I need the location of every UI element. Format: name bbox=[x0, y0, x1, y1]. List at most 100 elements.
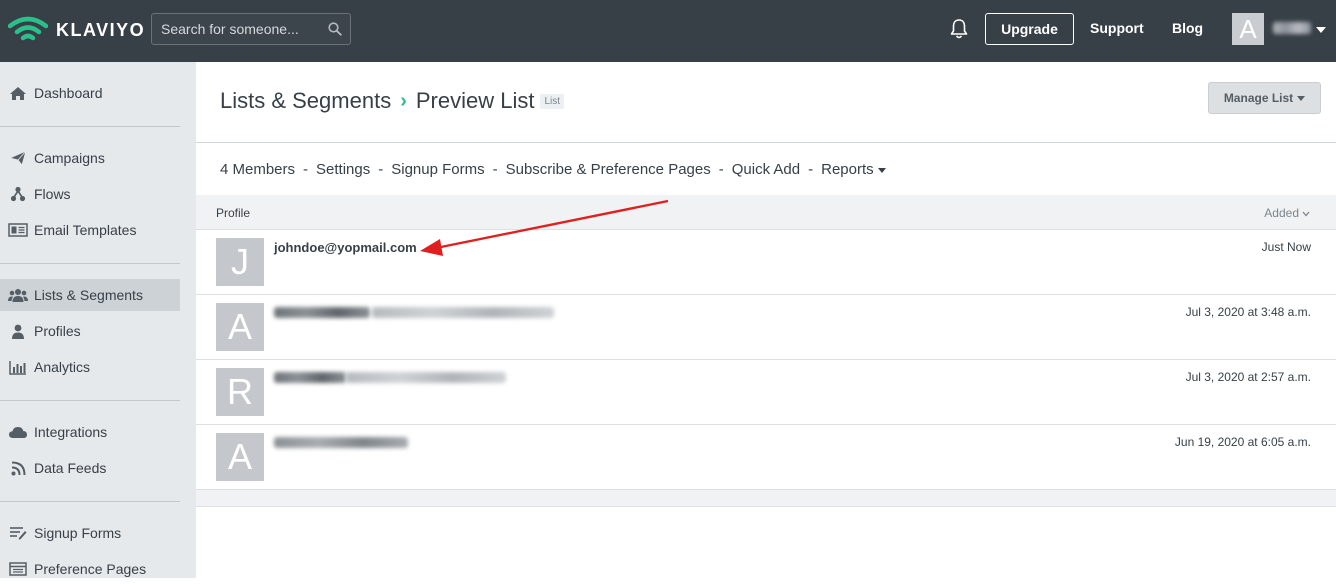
profile-added-date: Jun 19, 2020 at 6:05 a.m. bbox=[1174, 435, 1311, 449]
page-title: Preview List bbox=[415, 88, 535, 113]
sidebar-item-analytics[interactable]: Analytics bbox=[0, 351, 180, 383]
search-input[interactable] bbox=[152, 14, 322, 44]
chevron-right-icon: › bbox=[400, 89, 407, 112]
subnav-separator: - bbox=[303, 161, 309, 178]
subnav-signup-forms[interactable]: Signup Forms bbox=[391, 161, 484, 178]
list-type-badge: List bbox=[540, 93, 565, 109]
header-divider bbox=[196, 142, 1336, 143]
profile-added-date: Jul 3, 2020 at 2:57 a.m. bbox=[1185, 370, 1311, 384]
users-icon bbox=[8, 287, 28, 303]
subnav-reports[interactable]: Reports bbox=[821, 161, 886, 178]
sidebar-item-campaigns[interactable]: Campaigns bbox=[0, 142, 180, 174]
subnav-settings[interactable]: Settings bbox=[316, 161, 370, 178]
sidebar-item-email-templates[interactable]: Email Templates bbox=[0, 214, 180, 246]
manage-list-button[interactable]: Manage List bbox=[1208, 82, 1321, 114]
form-icon bbox=[8, 525, 28, 541]
redacted-profile-name[interactable] bbox=[274, 372, 346, 383]
table-row[interactable]: R Jul 3, 2020 at 2:57 a.m. bbox=[196, 360, 1336, 425]
table-row[interactable]: A Jul 3, 2020 at 3:48 a.m. bbox=[196, 295, 1336, 360]
redacted-profile-email[interactable] bbox=[346, 372, 506, 383]
chevron-down-icon bbox=[1297, 95, 1306, 101]
search-icon[interactable] bbox=[328, 22, 342, 36]
sidebar-item-label: Integrations bbox=[34, 424, 108, 440]
sidebar-item-label: Profiles bbox=[34, 323, 81, 339]
sidebar-item-preference-pages[interactable]: Preference Pages bbox=[0, 553, 180, 585]
klaviyo-wifi-icon bbox=[8, 16, 48, 41]
subnav-quick-add[interactable]: Quick Add bbox=[732, 161, 800, 178]
subnav-separator: - bbox=[378, 161, 384, 178]
blog-link[interactable]: Blog bbox=[1172, 20, 1203, 36]
sidebar-divider bbox=[0, 263, 180, 264]
subnav-separator: - bbox=[718, 161, 724, 178]
sidebar-item-label: Email Templates bbox=[34, 222, 137, 238]
sidebar-item-label: Campaigns bbox=[34, 150, 105, 166]
sidebar-item-label: Preference Pages bbox=[34, 561, 147, 577]
support-link[interactable]: Support bbox=[1090, 20, 1144, 36]
user-menu-caret-icon[interactable] bbox=[1316, 27, 1326, 33]
sidebar-item-label: Signup Forms bbox=[34, 525, 122, 541]
profile-added-date: Just Now bbox=[1261, 240, 1311, 254]
redacted-profile-name[interactable] bbox=[274, 307, 370, 318]
column-header-profile: Profile bbox=[216, 206, 251, 220]
subnav-members[interactable]: 4 Members bbox=[220, 161, 295, 178]
sidebar-divider bbox=[0, 501, 180, 502]
cloud-icon bbox=[8, 424, 28, 440]
subnav-separator: - bbox=[492, 161, 498, 178]
sidebar-item-flows[interactable]: Flows bbox=[0, 178, 180, 210]
sidebar-item-label: Lists & Segments bbox=[34, 287, 143, 303]
sidebar-item-data-feeds[interactable]: Data Feeds bbox=[0, 452, 180, 484]
redacted-profile-email[interactable] bbox=[372, 307, 554, 318]
column-header-added-label: Added bbox=[1264, 206, 1299, 220]
column-header-added[interactable]: Added bbox=[1264, 206, 1310, 220]
table-row[interactable]: J johndoe@yopmail.com Just Now bbox=[196, 230, 1336, 295]
search-box bbox=[151, 13, 351, 45]
list-subnav: 4 Members - Settings - Signup Forms - Su… bbox=[220, 161, 886, 178]
subnav-subscribe-preference-pages[interactable]: Subscribe & Preference Pages bbox=[506, 161, 711, 178]
sidebar-item-signup-forms[interactable]: Signup Forms bbox=[0, 517, 180, 549]
sidebar-divider bbox=[0, 126, 180, 127]
template-icon bbox=[8, 222, 28, 238]
profile-avatar: A bbox=[216, 303, 264, 351]
notification-bell-icon[interactable] bbox=[949, 18, 969, 40]
profile-email[interactable]: johndoe@yopmail.com bbox=[274, 240, 417, 255]
sidebar-item-dashboard[interactable]: Dashboard bbox=[0, 77, 180, 109]
sidebar-divider bbox=[0, 400, 180, 401]
table-footer bbox=[196, 490, 1336, 507]
username-redacted[interactable] bbox=[1273, 22, 1311, 34]
profile-avatar: R bbox=[216, 368, 264, 416]
profile-added-date: Jul 3, 2020 at 3:48 a.m. bbox=[1185, 305, 1311, 319]
paper-plane-icon bbox=[8, 150, 28, 166]
bar-chart-icon bbox=[8, 359, 28, 375]
breadcrumb-parent-link[interactable]: Lists & Segments bbox=[220, 88, 391, 114]
upgrade-button[interactable]: Upgrade bbox=[985, 13, 1074, 45]
page-icon bbox=[8, 561, 28, 577]
sidebar-item-label: Data Feeds bbox=[34, 460, 107, 476]
sidebar-item-lists-segments[interactable]: Lists & Segments bbox=[0, 279, 180, 311]
sidebar-item-integrations[interactable]: Integrations bbox=[0, 416, 180, 448]
sidebar-item-label: Dashboard bbox=[34, 85, 103, 101]
subnav-separator: - bbox=[808, 161, 814, 178]
table-row[interactable]: A Jun 19, 2020 at 6:05 a.m. bbox=[196, 425, 1336, 490]
rss-icon bbox=[8, 460, 28, 476]
redacted-profile-email[interactable] bbox=[274, 437, 408, 448]
user-avatar[interactable]: A bbox=[1232, 13, 1264, 45]
subnav-reports-label: Reports bbox=[821, 161, 874, 178]
sidebar-item-label: Analytics bbox=[34, 359, 91, 375]
klaviyo-logo[interactable]: KLAVIYO bbox=[8, 15, 145, 45]
flow-icon bbox=[8, 186, 28, 202]
sort-chevron-down-icon bbox=[1302, 211, 1310, 217]
top-navigation-bar: KLAVIYO Upgrade Support Blog A bbox=[0, 0, 1336, 62]
brand-name: KLAVIYO bbox=[56, 19, 146, 40]
sidebar-item-profiles[interactable]: Profiles bbox=[0, 315, 180, 347]
home-icon bbox=[8, 85, 28, 101]
table-header: Profile Added bbox=[196, 195, 1336, 230]
sidebar-item-label: Flows bbox=[34, 186, 71, 202]
profile-avatar: A bbox=[216, 433, 264, 481]
sidebar: Dashboard Campaigns Flows Email Template… bbox=[0, 62, 196, 578]
chevron-down-icon bbox=[877, 167, 886, 173]
user-icon bbox=[8, 323, 28, 339]
main-content: Lists & Segments › Preview List List Man… bbox=[196, 62, 1336, 578]
breadcrumb: Lists & Segments › Preview List List bbox=[220, 88, 565, 114]
manage-list-label: Manage List bbox=[1223, 91, 1294, 105]
profile-avatar: J bbox=[216, 238, 264, 286]
